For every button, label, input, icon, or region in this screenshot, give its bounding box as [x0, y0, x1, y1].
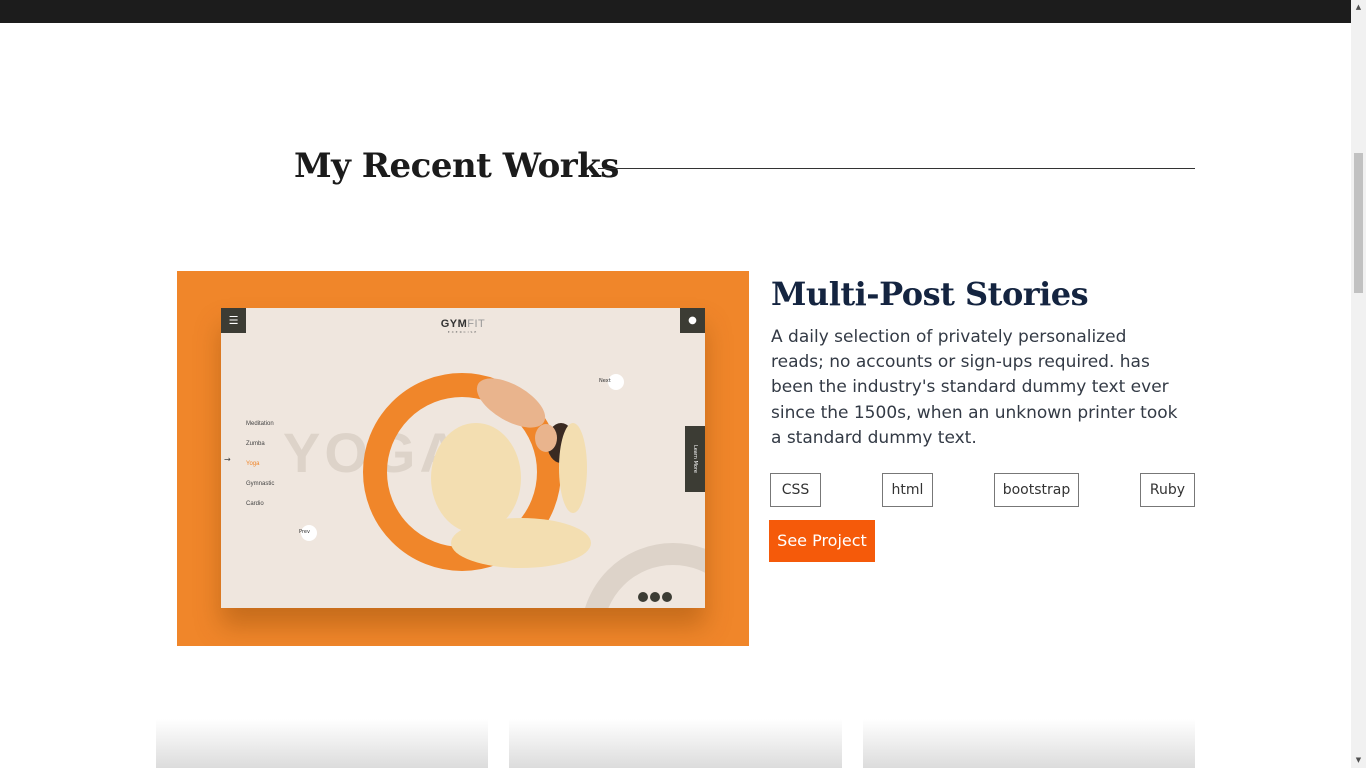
tag-bootstrap: bootstrap — [994, 473, 1079, 507]
scroll-down-icon[interactable]: ▼ — [1351, 753, 1366, 768]
mock-next-label: Next — [599, 378, 611, 384]
mock-menu-item: Cardio — [246, 501, 264, 507]
title-divider — [598, 168, 1195, 169]
instagram-icon — [662, 592, 672, 602]
yoga-figure-illustration — [431, 378, 591, 568]
mock-menu-item: Zumba — [246, 441, 265, 447]
top-bar — [0, 0, 1351, 23]
project-description: A daily selection of privately personali… — [771, 327, 1178, 448]
work-card[interactable] — [156, 719, 488, 768]
mockup-screen: ☰ ● GYMFIT EXERCISE YOGA Meditation Zumb… — [221, 308, 705, 608]
mock-side-tab: Learn More — [685, 426, 705, 492]
mock-logo-main: GYM — [440, 318, 468, 330]
scroll-up-icon[interactable]: ▲ — [1351, 0, 1366, 15]
facebook-icon — [638, 592, 648, 602]
project-image: ☰ ● GYMFIT EXERCISE YOGA Meditation Zumb… — [177, 271, 749, 646]
social-icons — [638, 587, 674, 606]
mock-menu-list: Meditation Zumba Yoga Gymnastic Cardio — [246, 414, 274, 514]
project-title: Multi-Post Stories — [771, 275, 1089, 313]
tag-html: html — [882, 473, 933, 507]
twitter-icon — [650, 592, 660, 602]
scrollbar[interactable]: ▲ ▼ — [1351, 0, 1366, 768]
mock-prev-label: Prev — [299, 529, 310, 535]
mock-logo: GYMFIT — [221, 318, 705, 330]
arrow-right-icon: → — [224, 455, 231, 464]
mock-menu-item: Meditation — [246, 421, 274, 427]
mock-logo-sub: EXERCISE — [447, 330, 479, 334]
tag-ruby: Ruby — [1140, 473, 1195, 507]
work-card[interactable] — [509, 719, 842, 768]
see-project-button[interactable]: See Project — [769, 520, 875, 562]
mock-menu-item: Gymnastic — [246, 481, 275, 487]
section-title: My Recent Works — [294, 146, 619, 186]
scrollbar-thumb[interactable] — [1354, 153, 1363, 293]
mock-menu-item-active: Yoga — [246, 461, 260, 467]
tag-css: CSS — [770, 473, 821, 507]
work-card[interactable] — [863, 719, 1195, 768]
mock-logo-accent: FIT — [467, 318, 486, 330]
